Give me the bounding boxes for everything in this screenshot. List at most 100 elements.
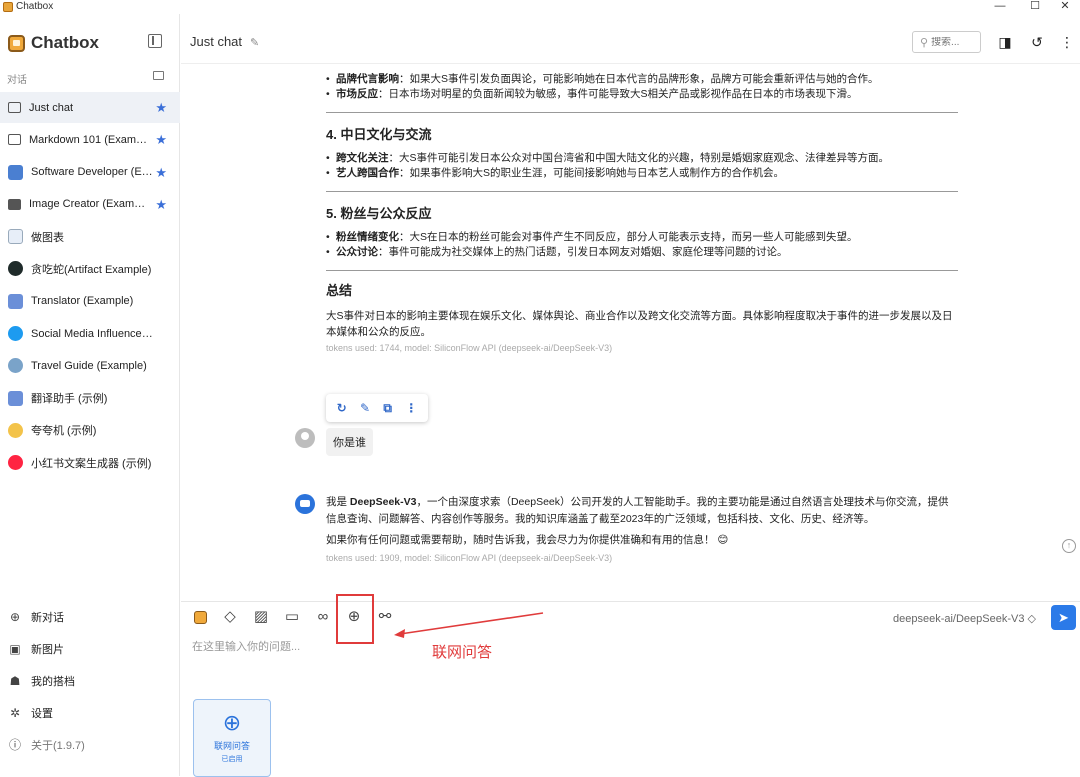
conversation-item[interactable]: Image Creator (Example) ★ xyxy=(0,189,180,220)
settings-button[interactable]: ✲ 设置 xyxy=(0,697,180,729)
archive-icon[interactable] xyxy=(153,71,164,80)
conversation-item[interactable]: Translator (Example) xyxy=(0,286,180,317)
send-button[interactable]: ➤ xyxy=(1051,605,1076,630)
message-meta: tokens used: 1909, model: SiliconFlow AP… xyxy=(326,553,613,563)
eraser-icon[interactable]: ◇ xyxy=(222,609,238,625)
globe-icon: ⊕ xyxy=(222,710,242,735)
my-partners-button[interactable]: ☗ 我的搭档 xyxy=(0,665,180,697)
my-partners-label: 我的搭档 xyxy=(31,676,75,688)
conversation-item[interactable]: Social Media Influencer (Example) xyxy=(0,318,180,349)
main-panel: Just chat ✎ ⚲ ◨ ↺ ⋮ 品牌代言影响：如果大S事件引发负面舆论，… xyxy=(181,14,1080,777)
image-plus-icon: ▣ xyxy=(9,642,21,656)
assistant-message-text: 我是 DeepSeek-V3，一个由深度求索（DeepSeek）公司开发的人工智… xyxy=(326,494,958,567)
conversation-list: Just chat ★ Markdown 101 (Example) ★ Sof… xyxy=(0,92,180,480)
section-heading: 4. 中日文化与交流 xyxy=(326,127,432,142)
list-item: 市场反应：日本市场对明星的负面新闻较为敏感，事件可能导致大S相关产品或影视作品在… xyxy=(326,87,958,102)
user-message: 你是谁 xyxy=(295,428,373,458)
conversation-label: Social Media Influencer (Example) xyxy=(31,327,153,340)
search-input[interactable] xyxy=(931,36,980,48)
user-message-text: 你是谁 xyxy=(326,428,373,456)
new-image-button[interactable]: ▣ 新图片 xyxy=(0,633,180,665)
retry-icon[interactable]: ↻ xyxy=(337,401,347,415)
star-icon[interactable]: ★ xyxy=(155,132,167,148)
edit-title-icon[interactable]: ✎ xyxy=(250,36,259,49)
conversation-item[interactable]: 做图表 xyxy=(0,221,180,252)
conversation-label: Image Creator (Example) xyxy=(29,198,151,211)
list-item: 品牌代言影响：如果大S事件引发负面舆论，可能影响她在日本代言的品牌形象，品牌方可… xyxy=(326,72,958,87)
collapse-sidebar-icon[interactable] xyxy=(148,34,162,48)
about-button[interactable]: ⓘ 关于(1.9.7) xyxy=(0,729,180,761)
conversation-label: Translator (Example) xyxy=(31,295,134,308)
message-action-bar: ↻ ✎ ⧉ ⋮ xyxy=(326,394,428,422)
link-icon[interactable]: ∞ xyxy=(315,609,331,625)
conversation-label: 做图表 xyxy=(31,231,64,244)
divider xyxy=(326,191,958,192)
image-icon xyxy=(8,198,21,210)
conversation-item[interactable]: Travel Guide (Example) xyxy=(0,350,180,381)
conversation-label: Travel Guide (Example) xyxy=(31,359,147,372)
conversation-item[interactable]: 翻译助手 (示例) xyxy=(0,383,180,414)
globe-avatar-icon xyxy=(8,358,23,374)
plus-circle-icon: ⊕ xyxy=(9,610,21,624)
list-item: 艺人跨国合作：如果事件影响大S的职业生涯，可能间接影响她与日本艺人或制作方的合作… xyxy=(326,166,958,181)
list-item: 粉丝情绪变化：大S在日本的粉丝可能会对事件产生不同反应，部分人可能表示支持，而另… xyxy=(326,230,958,245)
edit-icon[interactable]: ✎ xyxy=(360,401,370,415)
maximize-button[interactable]: ☐ xyxy=(1020,0,1050,14)
more-menu-icon[interactable]: ⋮ xyxy=(1060,35,1074,49)
snake-avatar-icon xyxy=(8,261,23,277)
settings-label: 设置 xyxy=(31,708,53,720)
conversation-item[interactable]: Markdown 101 (Example) ★ xyxy=(0,124,180,155)
bot-avatar-icon xyxy=(295,494,315,514)
chatbox-logo-icon xyxy=(8,34,25,52)
conversation-label: Markdown 101 (Example) xyxy=(29,133,151,146)
annotation-highlight-box xyxy=(336,594,374,644)
star-icon[interactable]: ★ xyxy=(155,165,167,181)
new-chat-button[interactable]: ⊕ 新对话 xyxy=(0,601,180,633)
annotation-label: 联网问答 xyxy=(432,644,493,661)
search-box[interactable]: ⚲ xyxy=(912,31,981,53)
copy-icon[interactable]: ⧉ xyxy=(383,401,392,416)
conversation-item[interactable]: 贪吃蛇(Artifact Example) xyxy=(0,253,180,284)
summary-heading: 总结 xyxy=(326,283,353,298)
composer: ◇ ▨ ▭ ∞ ⊕ ⚯ deepseek-ai/DeepSeek-V3 ◇ ➤ … xyxy=(181,594,1080,777)
developer-avatar-icon xyxy=(8,164,23,180)
robot-icon: ☗ xyxy=(9,674,21,688)
message-input[interactable] xyxy=(192,638,892,656)
model-select[interactable]: deepseek-ai/DeepSeek-V3 ◇ xyxy=(893,612,1036,625)
gear-icon: ✲ xyxy=(9,706,21,720)
chatbox-icon[interactable] xyxy=(192,609,208,625)
chat-icon xyxy=(8,102,21,113)
minimize-button[interactable]: — xyxy=(985,0,1015,14)
history-icon[interactable]: ↺ xyxy=(1030,35,1044,49)
chat-header: Just chat ✎ ⚲ ◨ ↺ ⋮ xyxy=(181,14,1080,64)
sparkle-avatar-icon xyxy=(8,422,23,438)
divider xyxy=(326,112,958,113)
close-button[interactable]: ✕ xyxy=(1050,0,1080,14)
annotation-arrow xyxy=(394,612,544,638)
assistant-paragraph: 我是 DeepSeek-V3，一个由深度求索（DeepSeek）公司开发的人工智… xyxy=(326,496,949,525)
conversation-label: 贪吃蛇(Artifact Example) xyxy=(31,263,152,276)
conversation-item[interactable]: 夸夸机 (示例) xyxy=(0,415,180,446)
user-avatar-icon xyxy=(295,428,315,448)
divider xyxy=(326,270,958,271)
chat-icon xyxy=(8,134,21,146)
star-icon[interactable]: ★ xyxy=(155,197,167,213)
sidebar-actions: ⊕ 新对话 ▣ 新图片 ☗ 我的搭档 ✲ 设置 ⓘ 关于(1.9.7) xyxy=(0,601,180,761)
star-icon[interactable]: ★ xyxy=(155,100,167,116)
conversation-item[interactable]: Just chat ★ xyxy=(0,92,180,123)
scroll-to-top-icon[interactable]: ↑ xyxy=(1062,539,1076,553)
panel-toggle-icon[interactable]: ◨ xyxy=(998,35,1012,49)
summary-text: 大S事件对日本的影响主要体现在娱乐文化、媒体舆论、商业合作以及跨文化交流等方面。… xyxy=(326,310,953,338)
image-upload-icon[interactable]: ▨ xyxy=(253,609,269,625)
more-icon[interactable]: ⋮ xyxy=(405,401,417,415)
conversation-item[interactable]: 小红书文案生成器 (示例) xyxy=(0,447,180,478)
web-search-card[interactable]: ⊕ 联网问答 已启用 xyxy=(193,699,271,777)
conversation-label: Just chat xyxy=(29,101,74,114)
brand-name: Chatbox xyxy=(31,33,99,52)
sidebar: Chatbox 对话 Just chat ★ Markdown 101 (Exa… xyxy=(0,14,180,776)
info-icon: ⓘ xyxy=(9,738,22,752)
translator-avatar-icon xyxy=(8,390,23,406)
twitter-avatar-icon xyxy=(8,326,23,342)
folder-icon[interactable]: ▭ xyxy=(284,609,300,625)
conversation-item[interactable]: Software Developer (Example) ★ xyxy=(0,157,180,188)
